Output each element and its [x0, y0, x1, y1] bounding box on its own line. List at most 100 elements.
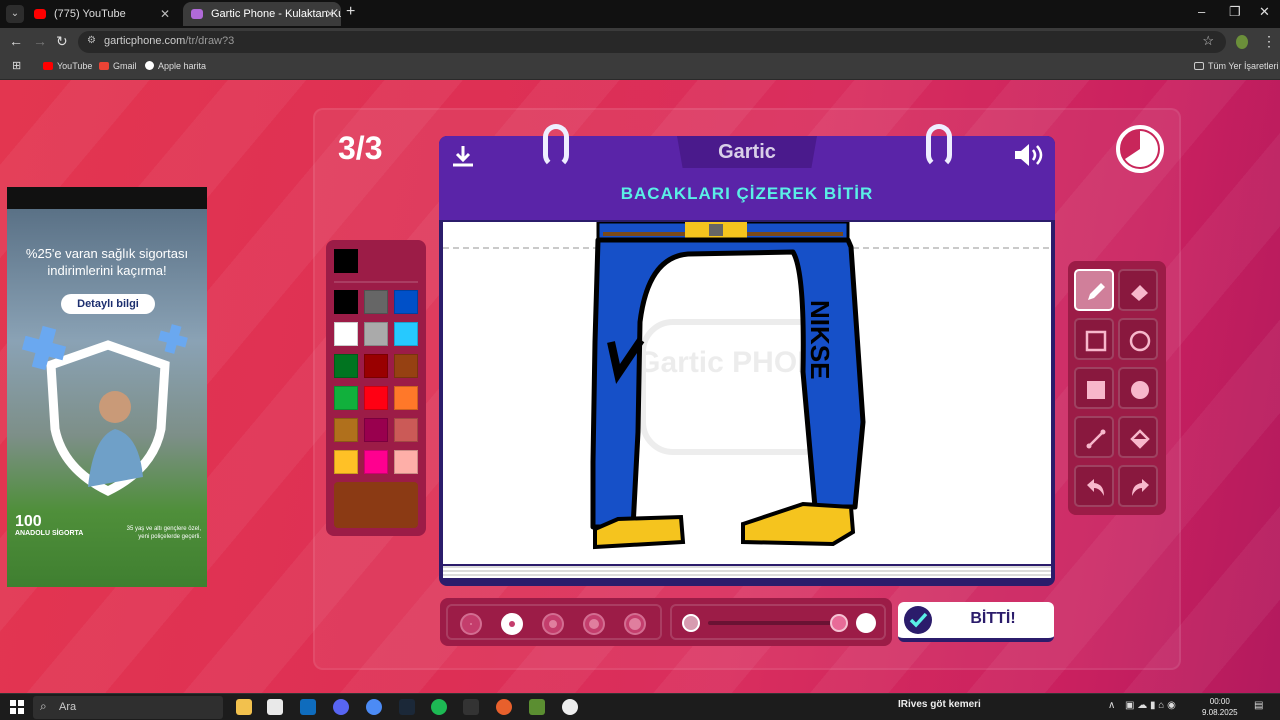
- color-swatch[interactable]: [394, 322, 418, 346]
- color-swatch[interactable]: [334, 450, 358, 474]
- brush-size-3[interactable]: [542, 613, 564, 635]
- color-swatch[interactable]: [364, 354, 388, 378]
- volume-icon[interactable]: [1013, 142, 1043, 173]
- site-info-icon[interactable]: ⚙: [87, 35, 96, 46]
- opacity-slider[interactable]: [670, 604, 886, 640]
- address-bar[interactable]: ⚙ garticphone.com/tr/draw?3 ☆: [78, 31, 1226, 53]
- selected-color-swatch[interactable]: [334, 482, 418, 528]
- color-swatch[interactable]: [334, 354, 358, 378]
- color-swatch[interactable]: [394, 386, 418, 410]
- apple-icon: [145, 61, 154, 70]
- restore-icon[interactable]: ❐: [1229, 4, 1241, 20]
- minecraft-icon[interactable]: [529, 699, 545, 715]
- timer-icon: [1116, 125, 1164, 173]
- ellipse-tool[interactable]: [1118, 318, 1158, 360]
- rectangle-tool[interactable]: [1074, 318, 1114, 360]
- ad-details-button[interactable]: Detaylı bilgi: [61, 294, 155, 314]
- tray-chevron-icon[interactable]: ∧: [1108, 700, 1115, 711]
- brush-size-1[interactable]: [460, 613, 482, 635]
- gmail-icon: [99, 62, 109, 70]
- color-swatch[interactable]: [394, 418, 418, 442]
- color-swatch[interactable]: [334, 290, 358, 314]
- notifications-icon[interactable]: ▤: [1254, 700, 1263, 711]
- brush-size-5[interactable]: [624, 613, 646, 635]
- bookmark-star-icon[interactable]: ☆: [1202, 33, 1214, 49]
- bookmark-youtube[interactable]: YouTube: [43, 61, 92, 71]
- advertisement[interactable]: %25'e varan sağlık sigortası indirimleri…: [7, 187, 207, 587]
- close-tab-icon[interactable]: ✕: [325, 2, 335, 26]
- navigation-bar: ← → ↻ ⚙ garticphone.com/tr/draw?3 ☆ ⋮: [0, 28, 1280, 56]
- drawing-prompt: BACAKLARI ÇİZEREK BİTİR: [620, 184, 874, 203]
- reload-icon[interactable]: ↻: [56, 33, 68, 50]
- color-swatch[interactable]: [334, 386, 358, 410]
- spotify-icon[interactable]: [431, 699, 447, 715]
- outlook-icon[interactable]: [300, 699, 316, 715]
- windows-start-icon[interactable]: [10, 700, 24, 719]
- url-text: garticphone.com/tr/draw?3: [104, 35, 235, 47]
- color-swatch[interactable]: [394, 290, 418, 314]
- done-button[interactable]: BİTTİ!: [898, 602, 1054, 642]
- tab-gartic[interactable]: Gartic Phone - Kulaktan Kulağa ✕: [183, 2, 341, 26]
- youtube-icon: [34, 9, 46, 19]
- plus-decoration-icon: [158, 324, 188, 354]
- github-icon[interactable]: [562, 699, 578, 715]
- round-counter: 3/3: [338, 130, 383, 166]
- opacity-min-icon: [682, 614, 700, 632]
- minimize-icon[interactable]: –: [1198, 4, 1205, 19]
- ad-brand: 100 ANADOLU SİGORTA: [15, 513, 84, 538]
- line-icon: [1086, 429, 1106, 449]
- color-swatch[interactable]: [394, 450, 418, 474]
- color-swatch[interactable]: [364, 450, 388, 474]
- drawing: Gartic PHONE NIKSE: [443, 222, 1051, 550]
- brush-size-4[interactable]: [583, 613, 605, 635]
- color-swatch[interactable]: [394, 354, 418, 378]
- epic-games-icon[interactable]: [463, 699, 479, 715]
- close-window-icon[interactable]: ✕: [1259, 4, 1270, 20]
- chrome-icon[interactable]: [366, 699, 382, 715]
- undo-button[interactable]: [1074, 465, 1114, 507]
- color-swatch[interactable]: [364, 418, 388, 442]
- new-tab-button[interactable]: +: [346, 3, 355, 21]
- opacity-handle[interactable]: [830, 614, 848, 632]
- eraser-tool[interactable]: [1118, 269, 1158, 311]
- opacity-track[interactable]: [708, 621, 836, 625]
- app-icon[interactable]: [496, 699, 512, 715]
- all-bookmarks[interactable]: Tüm Yer İşaretleri: [1194, 61, 1279, 71]
- close-tab-icon[interactable]: ✕: [160, 2, 170, 26]
- color-swatch[interactable]: [334, 322, 358, 346]
- line-tool[interactable]: [1074, 416, 1114, 458]
- tab-search-button[interactable]: ⌄: [6, 5, 24, 23]
- now-playing[interactable]: IRives göt kemeri: [898, 699, 981, 710]
- discord-icon[interactable]: [333, 699, 349, 715]
- clock[interactable]: 00:00 9.08.2025: [1202, 696, 1238, 718]
- color-swatch[interactable]: [334, 418, 358, 442]
- taskbar-search[interactable]: ⌕ Ara: [33, 696, 223, 719]
- apps-grid-icon[interactable]: ⊞: [12, 59, 21, 72]
- tray-icons[interactable]: ▣ ☁ ▮ ⌂ ◉: [1125, 700, 1176, 711]
- brush-size-2[interactable]: [501, 613, 523, 635]
- gartic-icon: [191, 9, 203, 19]
- tab-strip: ⌄ (775) YouTube ✕ Gartic Phone - Kulakta…: [0, 0, 1280, 28]
- eraser-icon: [1131, 285, 1148, 301]
- filled-rectangle-tool[interactable]: [1074, 367, 1114, 409]
- download-icon[interactable]: [451, 144, 475, 173]
- profile-avatar[interactable]: [1236, 35, 1248, 49]
- steam-icon[interactable]: [399, 699, 415, 715]
- file-explorer-icon[interactable]: [236, 699, 252, 715]
- color-swatch[interactable]: [364, 290, 388, 314]
- menu-dots-icon[interactable]: ⋮: [1262, 33, 1276, 50]
- drawing-canvas[interactable]: Gartic PHONE NIKSE: [443, 222, 1051, 564]
- redo-button[interactable]: [1118, 465, 1158, 507]
- color-swatch[interactable]: [364, 322, 388, 346]
- fill-tool[interactable]: [1118, 416, 1158, 458]
- tab-youtube[interactable]: (775) YouTube ✕: [26, 2, 176, 26]
- filled-ellipse-tool[interactable]: [1118, 367, 1158, 409]
- store-icon[interactable]: [267, 699, 283, 715]
- bookmark-gmail[interactable]: Gmail: [99, 61, 137, 71]
- bookmark-apple-maps[interactable]: Apple harita: [145, 61, 206, 71]
- search-icon: ⌕: [40, 699, 47, 713]
- back-icon[interactable]: ←: [9, 33, 23, 49]
- forward-icon[interactable]: →: [33, 33, 47, 49]
- pen-tool[interactable]: [1074, 269, 1114, 311]
- color-swatch[interactable]: [364, 386, 388, 410]
